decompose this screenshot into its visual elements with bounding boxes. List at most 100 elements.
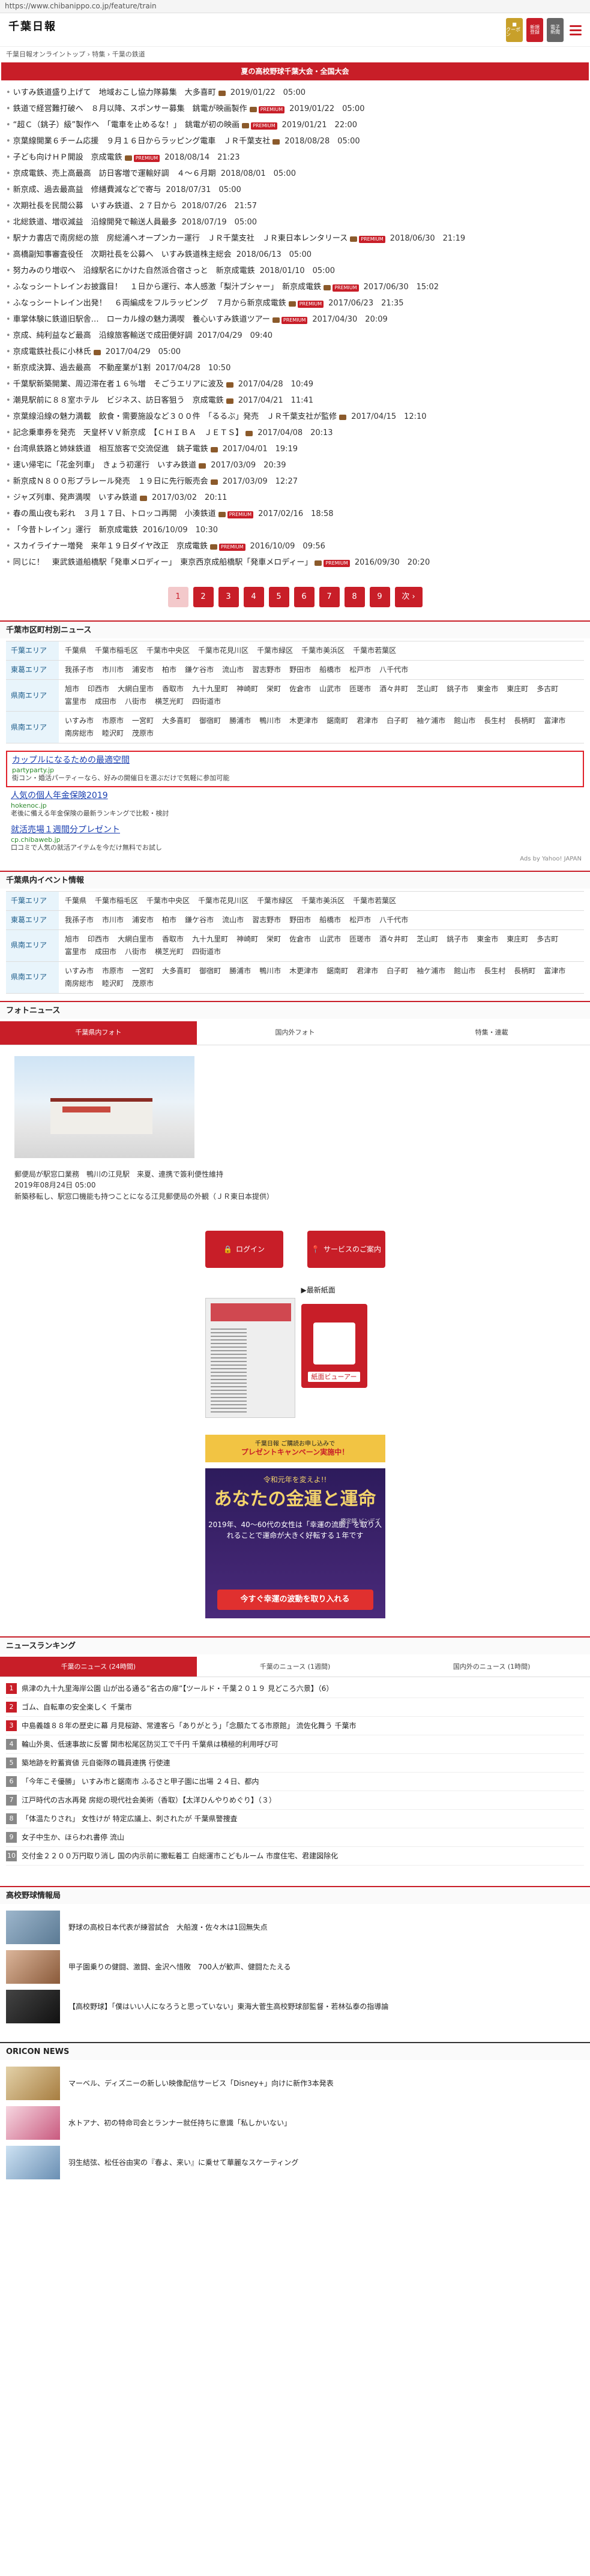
news-item[interactable]: • 千葉駅新築開業、周辺滞在者１６％増 そごうエリアに波及 2017/04/28 1… [6,377,584,393]
news-item[interactable]: • スカイライナー増発 来年１９日ダイヤ改正 京成電鉄 PREMIUM 2016/10… [6,539,584,555]
ad-item[interactable]: 就活売場１週間分プレゼント cp.chibaweb.jp 口コミで人気の就活アイテム… [6,821,584,856]
ranking-title-text[interactable]: 交付金２２００万円取り消し 国の内示前に撤転着工 白総運市こどもルーム 市度住宅… [22,1852,338,1861]
news-item[interactable]: • 北総鉄道、増収減益 沿線開発で輸送人員最多 2018/07/19 05:00 [6,215,584,231]
news-title[interactable]: 高橋副知事審査役任 次期社長を公募へ いすみ鉄道株主総会 [13,250,232,260]
ranking-title-text[interactable]: 「今年こそ優勝」 いすみ市と鋸南市 ふるさと甲子園に出場 ２４日、都内 [22,1777,259,1786]
area-link[interactable]: 千葉市緑区 [257,896,293,905]
area-link[interactable]: 茂原市 [132,979,154,988]
news-item[interactable]: • 努力みのり増収へ 沿線駅名にかけた自然派合宿さっと 新京成電鉄 2018/01/… [6,263,584,280]
area-link[interactable]: 大多喜町 [162,716,191,725]
area-link[interactable]: 千葉市稲毛区 [95,896,138,905]
news-title[interactable]: ジャズ列車、発声満喫 いすみ鉄道 [13,493,137,503]
thumbnail[interactable] [6,2106,60,2140]
news-item[interactable]: • 春の風山夜も彩れ ３月１７日、トロッコ再開 小湊鉄道 PREMIUM 2017/0… [6,506,584,523]
area-link[interactable]: 東庄町 [507,935,528,944]
area-link[interactable]: 佐倉市 [289,935,311,944]
area-link[interactable]: 千葉市中央区 [146,896,190,905]
news-title[interactable]: 新京成、過去最高益 修繕費減などで寄与 [13,185,161,195]
area-link[interactable]: 館山市 [454,967,475,976]
area-link[interactable]: 千葉市緑区 [257,646,293,655]
page-9[interactable]: 9 [369,587,390,607]
news-title[interactable]: 北総鉄道、増収減益 沿線開発で輸送人員最多 [13,218,177,227]
news-title[interactable]: 台湾県鉄路と姉妹鉄道 相互旅客で交流促進 銚子電鉄 [13,445,208,454]
area-link[interactable]: 香取市 [162,685,184,694]
area-link[interactable]: 松戸市 [349,916,371,925]
area-link[interactable]: 成田市 [95,947,116,956]
news-title[interactable]: 記念乗車券を発売 天皇杯ＶＶ新京成 【ＣＨＩＢＡ ＪＥＴＳ】 [13,428,244,438]
area-link[interactable]: 印西市 [88,935,109,944]
news-title[interactable]: 京成、純利益など最高 沿線旅客輸送で成田便好調 [13,331,193,341]
page-7[interactable]: 7 [319,587,340,607]
area-link[interactable]: 長生村 [484,967,505,976]
news-title[interactable]: 千葉駅新築開業、周辺滞在者１６％増 そごうエリアに波及 [13,380,224,389]
subscription-promo[interactable]: 千葉日報 ご購読お申し込みで プレゼントキャンペーン実施中！ [205,1435,385,1463]
news-item[interactable]: • 記念乗車券を発売 天皇杯ＶＶ新京成 【ＣＨＩＢＡ ＪＥＴＳ】 2017/04/0… [6,425,584,442]
news-title[interactable]: 春の風山夜も彩れ ３月１７日、トロッコ再開 小湊鉄道 [13,509,216,519]
area-link[interactable]: 印西市 [88,685,109,694]
area-link[interactable]: 白子町 [387,716,408,725]
news-item[interactable]: • 高橋副知事審査役任 次期社長を公募へ いすみ鉄道株主総会 2018/06/13 … [6,247,584,263]
area-link[interactable]: 柏市 [162,916,176,925]
ad-title[interactable]: 人気の個人年金保険2019 [11,791,579,802]
page-10[interactable]: 次 › [394,587,423,607]
area-link[interactable]: 富津市 [544,716,565,725]
news-title[interactable]: “超Ｃ（銚子）級”製作へ 「電車を止めるな！」 銚電が初の映画 [13,121,239,130]
area-link[interactable]: 佐倉市 [289,685,311,694]
area-link[interactable]: 大網白里市 [118,935,154,944]
ranking-item[interactable]: 10 交付金２２００万円取り消し 国の内示前に撤転着工 白総運市こどもルーム 市度… [6,1847,584,1866]
ad-title[interactable]: カップルになるための最適空間 [12,755,578,766]
ranking-item[interactable]: 3 中島義雄８８年の歴史に幕 月見桜跡、常連客ら「ありがとう」「念願たてる市原館」… [6,1717,584,1736]
area-link[interactable]: 多古町 [537,685,558,694]
news-title[interactable]: 京葉線開業６チーム応援 ９月１６日からラッピング電車 ＪＲ千葉支社 [13,137,271,146]
area-link[interactable]: 神崎町 [236,685,258,694]
ranking-title-text[interactable]: 中島義雄８８年の歴史に幕 月見桜跡、常連客ら「ありがとう」「念願たてる市原館」 … [22,1722,356,1731]
area-link[interactable]: 流山市 [222,665,244,674]
area-link[interactable]: 千葉市美浜区 [301,646,345,655]
area-link[interactable]: 千葉市若葉区 [353,646,396,655]
ranking-title-text[interactable]: 女子中生か、ほらわれ書停 流山 [22,1833,124,1842]
ranking-item[interactable]: 7 江戸時代の古水再発 房総の現代社会美術（香取）【太洋ひんやりめぐり】（３） [6,1791,584,1810]
news-title[interactable]: 速い帰宅に「花金列車」 きょう初運行 いすみ鉄道 [13,461,197,470]
area-link[interactable]: 栄町 [266,685,281,694]
area-link[interactable]: 睦沢町 [102,979,124,988]
area-link[interactable]: 富里市 [65,697,86,706]
area-link[interactable]: 東金市 [477,685,498,694]
area-link[interactable]: 千葉市中央区 [146,646,190,655]
ad-item[interactable]: 人気の個人年金保険2019 hokenoc.jp 老後に備える年金保険の最新ランキン… [6,787,584,821]
thumb-title[interactable]: 水トアナ、初の特命司会とランナー就任持ちに意識「私しかいない」 [68,2119,291,2128]
thumb-item[interactable]: 野球の高校日本代表が練習試合 大船渡・佐々木は1回無失点 [6,1908,584,1947]
area-link[interactable]: 成田市 [95,697,116,706]
area-link[interactable]: 浦安市 [132,916,154,925]
ranking-item[interactable]: 9 女子中生か、ほらわれ書停 流山 [6,1828,584,1848]
thumb-item[interactable]: 羽生結弦、松任谷由実の『春よ、来い』に乗せて華麗なスケーティング [6,2143,584,2182]
news-title[interactable]: いすみ鉄道盛り上げて 地域おこし協力隊募集 大多喜町 [13,88,216,98]
ranking-title-text[interactable]: 「体温たりされ」 女性けが 特定広議上、刺されたが 千葉県警捜査 [22,1815,237,1824]
news-title[interactable]: 鉄道で経営難打破へ ８月以降、スポンサー募集 銚電が映画製作 [13,104,247,114]
area-link[interactable]: いすみ市 [65,967,94,976]
area-link[interactable]: 富津市 [544,967,565,976]
area-link[interactable]: 四街道市 [192,697,221,706]
area-link[interactable]: 千葉県 [65,896,86,905]
area-link[interactable]: 銚子市 [447,685,468,694]
area-link[interactable]: 一宮町 [132,716,154,725]
news-title[interactable]: 京成電鉄、売上高最高 訪日客増で運輸好調 ４～６月期 [13,169,216,179]
news-title[interactable]: 子ども向けＨＰ開設 京成電鉄 [13,153,122,163]
area-link[interactable]: 栄町 [266,935,281,944]
news-title[interactable]: 同じに！ 東武鉄道船橋駅「発車メロディー」 東京西京成船橋駅「発車メロディー」 [13,558,313,568]
area-link[interactable]: 横芝光町 [155,697,184,706]
news-item[interactable]: • 新京成、過去最高益 修繕費減などで寄与 2018/07/31 05:00 [6,182,584,199]
area-link[interactable]: 八街市 [125,697,146,706]
menu-icon[interactable] [567,18,584,42]
thumbnail[interactable] [6,2067,60,2101]
news-item[interactable]: • 京葉線開業６チーム応援 ９月１６日からラッピング電車 ＪＲ千葉支社 2018/0… [6,134,584,150]
thumb-item[interactable]: マーベル、ディズニーの新しい映像配信サービス「Disney+」向けに新作3本発表 [6,2064,584,2103]
news-title[interactable]: 次期社長を民間公募 いすみ鉄道、２７日から [13,202,177,211]
news-item[interactable]: • 駅ナカ書店で南房総の旅 房総浦へオープンカー運行 ＪＲ千葉支社 ＪＲ東日本レン… [6,231,584,247]
area-link[interactable]: 大網白里市 [118,685,154,694]
area-link[interactable]: 芝山町 [417,685,438,694]
area-link[interactable]: 館山市 [454,716,475,725]
news-item[interactable]: • “超Ｃ（銚子）級”製作へ 「電車を止めるな！」 銚電が初の映画 PREMIUM 2… [6,118,584,134]
area-link[interactable]: 鴨川市 [259,967,281,976]
area-link[interactable]: 八千代市 [379,665,408,674]
thumb-item[interactable]: 甲子園乗りの健闘、激闘、金沢へ惜敗 700人が歓声、健闘たたえる [6,1947,584,1987]
